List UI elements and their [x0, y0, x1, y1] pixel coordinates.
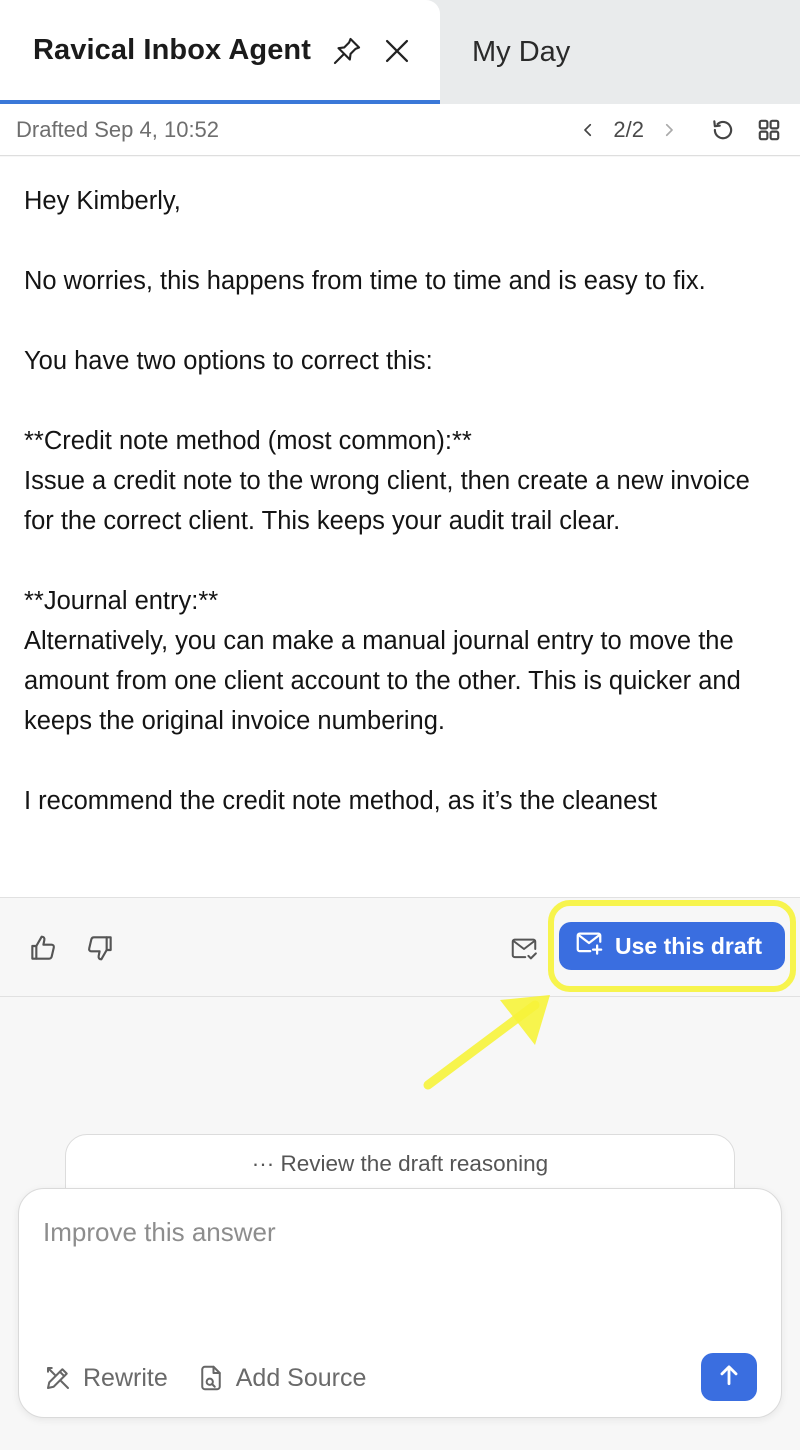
- rewrite-button[interactable]: Rewrite: [43, 1363, 168, 1393]
- chevron-left-icon[interactable]: [573, 115, 603, 145]
- add-source-label: Add Source: [235, 1363, 367, 1392]
- review-draft-reasoning-label: ··· Review the draft reasoning: [251, 1151, 549, 1176]
- improve-answer-input[interactable]: [43, 1217, 743, 1248]
- chevron-right-icon[interactable]: [654, 115, 684, 145]
- tab-my-day[interactable]: My Day: [440, 0, 800, 104]
- annotation-highlight: [548, 900, 796, 992]
- thumbs-down-icon[interactable]: [84, 932, 116, 964]
- thumbs-up-icon[interactable]: [27, 932, 59, 964]
- tab-title: Ravical Inbox Agent: [33, 33, 311, 66]
- draft-body: Hey Kimberly, No worries, this happens f…: [0, 157, 800, 897]
- draft-paragraph: **Journal entry:**: [24, 587, 219, 615]
- rewrite-icon: [43, 1363, 73, 1393]
- pin-icon[interactable]: [330, 34, 364, 68]
- grid-icon[interactable]: [754, 115, 784, 145]
- draft-toolbar: Drafted Sep 4, 10:52 2/2: [0, 104, 800, 156]
- draft-paragraph: No worries, this happens from time to ti…: [24, 267, 706, 295]
- rewrite-label: Rewrite: [83, 1363, 168, 1392]
- mail-check-icon[interactable]: [508, 934, 540, 966]
- add-source-button[interactable]: Add Source: [196, 1363, 367, 1393]
- drafted-timestamp: Drafted Sep 4, 10:52: [16, 116, 220, 142]
- send-button[interactable]: [701, 1353, 757, 1401]
- arrow-up-icon: [716, 1362, 742, 1393]
- draft-paragraph: Issue a credit note to the wrong client,…: [24, 467, 750, 535]
- draft-paragraph: Hey Kimberly,: [24, 187, 181, 215]
- close-icon[interactable]: [380, 34, 414, 68]
- tab-ravical-inbox-agent[interactable]: Ravical Inbox Agent: [0, 0, 440, 104]
- draft-paragraph: You have two options to correct this:: [24, 347, 433, 375]
- draft-paragraph: **Credit note method (most common):**: [24, 427, 472, 455]
- draft-pager: 2/2: [613, 116, 644, 142]
- refresh-icon[interactable]: [708, 115, 738, 145]
- add-source-icon: [196, 1363, 226, 1393]
- tab-bar: Ravical Inbox Agent My Day: [0, 0, 800, 104]
- draft-paragraph: Alternatively, you can make a manual jou…: [24, 627, 741, 735]
- draft-paragraph: I recommend the credit note method, as i…: [24, 787, 658, 815]
- improve-answer-composer: Rewrite Add Source: [18, 1188, 782, 1418]
- tab-my-day-label: My Day: [472, 35, 571, 68]
